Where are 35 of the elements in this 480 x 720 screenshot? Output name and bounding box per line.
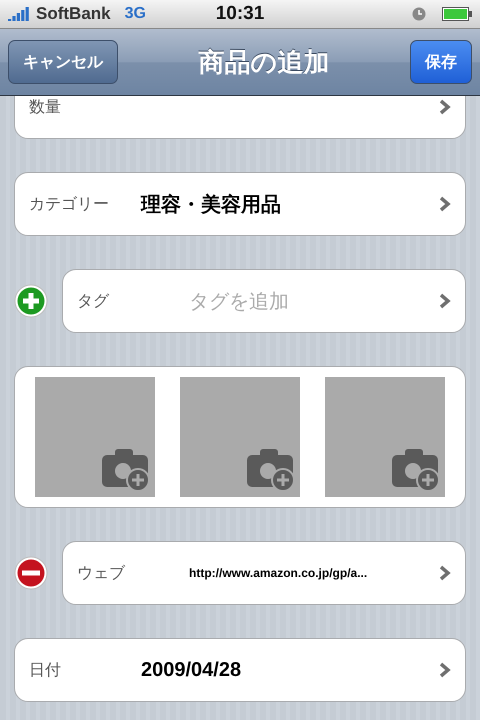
photo-slot[interactable] (35, 377, 156, 497)
remove-icon[interactable] (14, 556, 48, 590)
photo-slot[interactable] (180, 377, 300, 497)
row-label: タグ (77, 290, 110, 312)
table-row[interactable]: カテゴリー 理容・美容用品 (14, 172, 466, 236)
screen-title: 商品の追加 (198, 46, 330, 80)
chevron-icon (439, 99, 451, 115)
table-row[interactable]: 日付 2009/04/28 (14, 638, 466, 702)
chevron-icon (439, 565, 451, 581)
camera-add-icon (390, 447, 441, 491)
row-label: 数量 (29, 96, 62, 118)
cancel-button[interactable]: キャンセル (8, 40, 118, 84)
chevron-icon (439, 196, 451, 212)
photo-slot[interactable] (324, 377, 445, 497)
clock-time: 10:31 (214, 3, 266, 25)
signal-icon (8, 7, 30, 21)
row-label: 日付 (29, 660, 62, 680)
row-value: http://www.amazon.co.jp/gp/a... (189, 566, 368, 580)
row-value: 2009/04/28 (141, 658, 242, 682)
add-icon[interactable] (14, 284, 48, 318)
table-row[interactable]: 数量 (14, 96, 466, 139)
network-type: 3G (124, 5, 146, 23)
row-value: 理容・美容用品 (141, 192, 282, 218)
clock-icon (412, 7, 426, 21)
chevron-icon (439, 662, 451, 678)
camera-add-icon (246, 447, 296, 491)
row-label: ウェブ (77, 562, 126, 584)
table-row[interactable]: タグ タグを追加 (62, 269, 466, 333)
table-row[interactable]: ウェブ http://www.amazon.co.jp/gp/a... (62, 541, 466, 605)
row-label: カテゴリー (29, 194, 110, 214)
row-placeholder: タグを追加 (189, 288, 290, 314)
chevron-icon (439, 293, 451, 309)
carrier-name: SoftBank (36, 4, 111, 24)
save-button[interactable]: 保存 (410, 40, 472, 84)
battery-icon (442, 7, 472, 21)
